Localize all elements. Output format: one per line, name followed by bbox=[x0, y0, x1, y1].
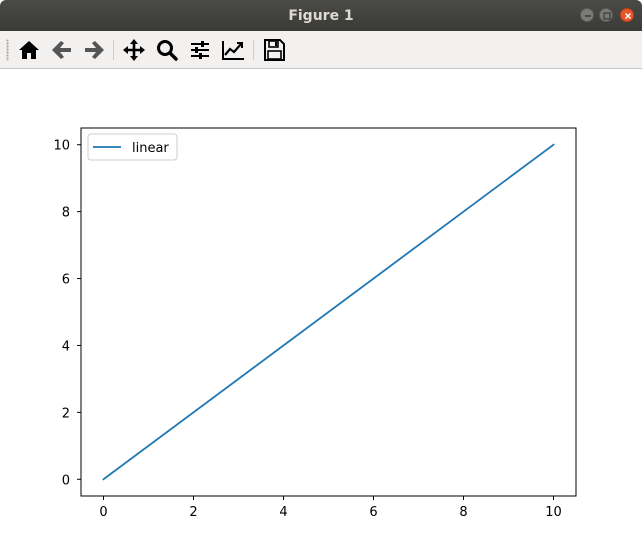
window-title: Figure 1 bbox=[288, 8, 354, 24]
zoom-button[interactable] bbox=[154, 37, 180, 63]
save-button[interactable] bbox=[261, 37, 287, 63]
toolbar-separator bbox=[113, 40, 114, 60]
arrow-right-icon bbox=[85, 41, 104, 59]
minimize-icon bbox=[585, 15, 591, 17]
move-icon bbox=[123, 39, 145, 61]
x-tick-label: 10 bbox=[545, 505, 562, 520]
maximize-button[interactable] bbox=[599, 8, 613, 22]
sliders-icon bbox=[191, 41, 209, 59]
minimize-button[interactable] bbox=[580, 8, 594, 22]
close-button[interactable] bbox=[620, 8, 634, 22]
close-icon bbox=[624, 12, 632, 20]
y-tick-label: 2 bbox=[62, 406, 70, 421]
legend-label: linear bbox=[132, 141, 169, 156]
back-button[interactable] bbox=[49, 37, 75, 63]
x-tick-label: 2 bbox=[189, 505, 197, 520]
navigation-toolbar bbox=[0, 31, 642, 69]
magnifier-icon bbox=[157, 40, 178, 61]
legend: linear bbox=[87, 133, 178, 161]
x-tick-label: 4 bbox=[279, 505, 287, 520]
toolbar-separator bbox=[253, 40, 254, 60]
y-tick-label: 4 bbox=[62, 339, 70, 354]
line-chart[interactable]: 0 2 4 6 8 10 0 2 4 6 8 10 linear bbox=[0, 69, 642, 542]
floppy-disk-icon bbox=[264, 39, 285, 61]
edit-axes-button[interactable] bbox=[220, 37, 246, 63]
y-tick-label: 6 bbox=[62, 273, 70, 288]
home-icon bbox=[19, 41, 39, 59]
window-titlebar[interactable]: Figure 1 bbox=[0, 0, 642, 31]
toolbar-grip[interactable] bbox=[6, 39, 9, 61]
x-tick-label: 0 bbox=[99, 505, 107, 520]
arrow-left-icon bbox=[52, 41, 71, 59]
y-tick-label: 0 bbox=[62, 473, 70, 488]
x-tick-label: 8 bbox=[459, 505, 467, 520]
home-button[interactable] bbox=[16, 37, 42, 63]
forward-button[interactable] bbox=[81, 37, 107, 63]
y-tick-label: 8 bbox=[62, 206, 70, 221]
pan-button[interactable] bbox=[121, 37, 147, 63]
subplots-button[interactable] bbox=[187, 37, 213, 63]
x-tick-label: 6 bbox=[369, 505, 377, 520]
maximize-icon bbox=[603, 12, 611, 20]
y-tick-label: 10 bbox=[53, 139, 70, 154]
chart-line-icon bbox=[222, 41, 244, 60]
